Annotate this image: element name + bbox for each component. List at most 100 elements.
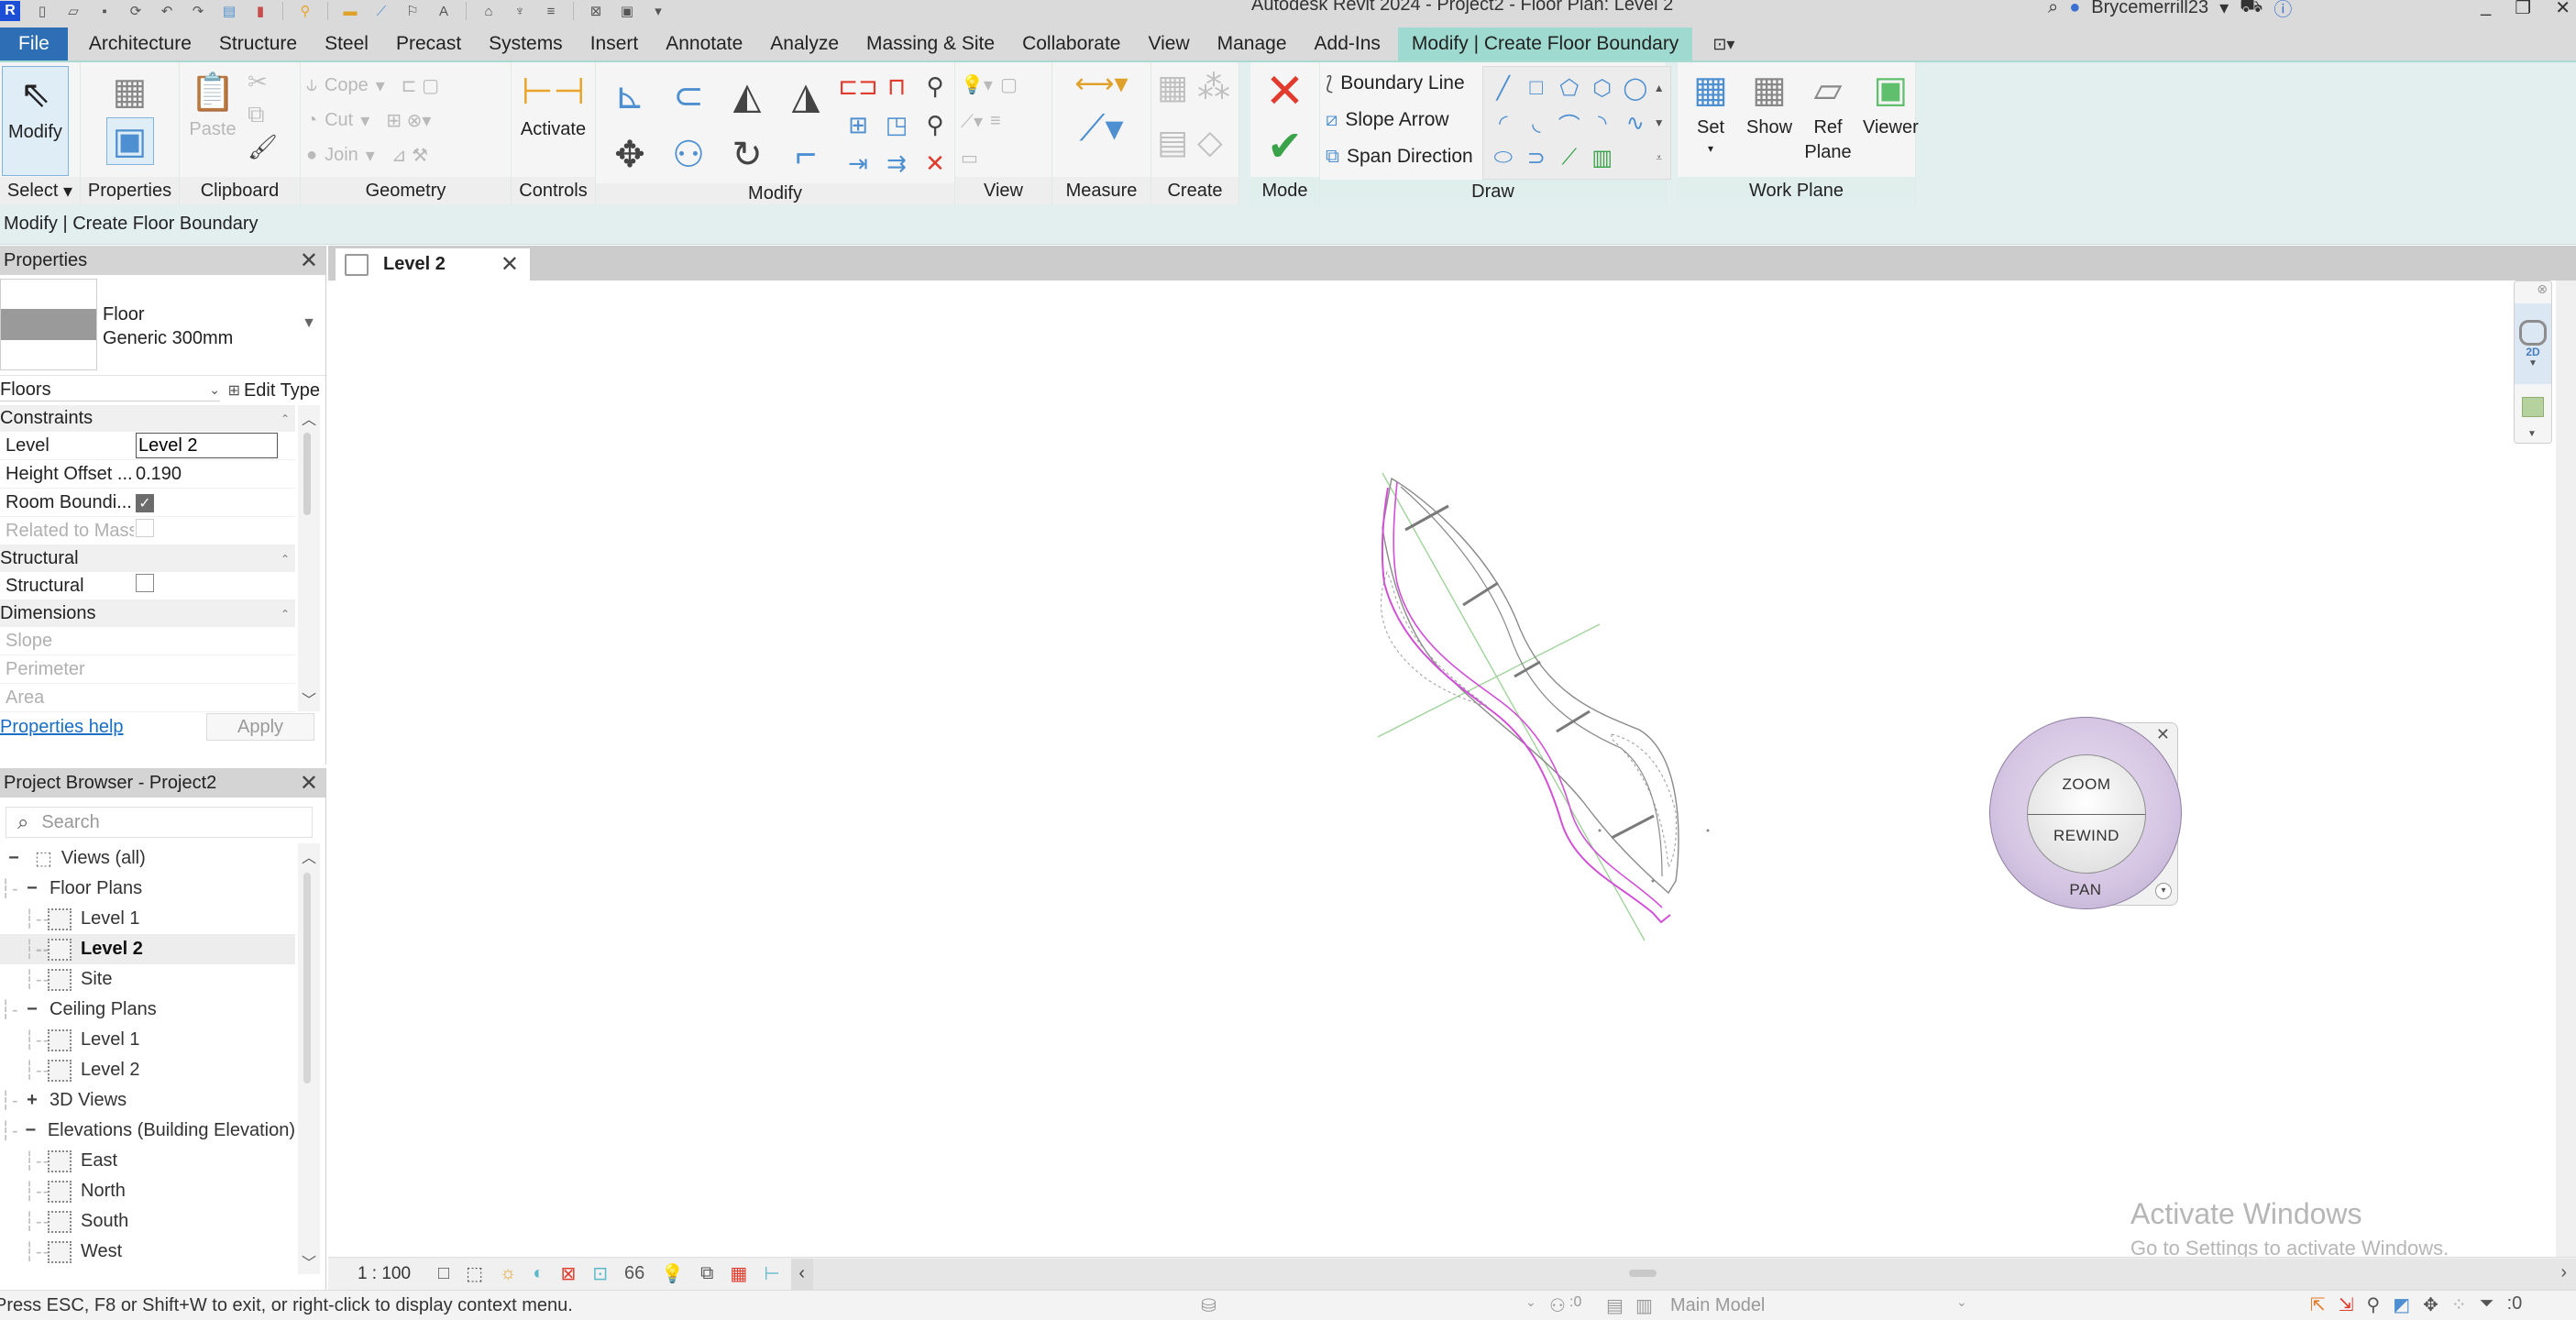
switch-windows-icon[interactable]: ▣ bbox=[618, 3, 636, 19]
instance-filter-dropdown[interactable]: Floors ⌄ bbox=[0, 380, 220, 402]
override-icon[interactable]: ▢ bbox=[1000, 73, 1018, 96]
viewer-button[interactable]: ▣ Viewer bbox=[1859, 66, 1922, 138]
split-with-gap-icon[interactable]: ⊓ bbox=[887, 72, 906, 101]
scroll-thumb[interactable] bbox=[303, 873, 311, 1084]
temporary-view-properties-icon[interactable]: ⧉ bbox=[700, 1263, 713, 1284]
create-parts-icon[interactable]: ▤ bbox=[1157, 123, 1194, 161]
chevron-down-icon[interactable]: ▾ bbox=[2219, 0, 2229, 19]
inscribed-polygon-icon[interactable]: ⬠ bbox=[1559, 75, 1579, 102]
measure-icon[interactable]: ▬ bbox=[341, 3, 359, 19]
browser-tree-item[interactable]: ┆‐ − Elevations (Building Elevation) bbox=[0, 1116, 295, 1146]
create-assembly-icon[interactable]: ▦ bbox=[1157, 68, 1194, 106]
crop-region-icon[interactable]: ⊡ bbox=[592, 1262, 608, 1285]
3d-view-icon[interactable]: ⌂ bbox=[479, 3, 498, 19]
properties-icon[interactable]: ▣ bbox=[105, 117, 154, 165]
open-icon[interactable]: ▱ bbox=[64, 3, 83, 19]
edit-type-button[interactable]: ⊞ Edit Type bbox=[228, 380, 320, 402]
finish-edit-mode-button[interactable]: ✔ bbox=[1267, 125, 1303, 167]
crop-view-icon[interactable]: ⊠ bbox=[560, 1262, 576, 1285]
browser-tree-item[interactable]: ┆‐‐ Level 1 bbox=[0, 1025, 295, 1055]
zoom-wedge[interactable]: ZOOM bbox=[2028, 776, 2145, 794]
mirror-pick-axis-icon[interactable]: ◭ bbox=[733, 75, 762, 117]
reveal-hidden-icon[interactable]: 💡 bbox=[661, 1262, 684, 1285]
mirror-draw-axis-icon[interactable]: ◮ bbox=[792, 75, 820, 117]
user-name[interactable]: Brycemerrill23 bbox=[2091, 0, 2208, 18]
select-links-icon[interactable]: ⇱ bbox=[2310, 1293, 2326, 1316]
tab-insert[interactable]: Insert bbox=[577, 28, 653, 60]
editing-requests-icon[interactable]: ▤ bbox=[1606, 1294, 1624, 1317]
scroll-up-icon[interactable]: ︿ bbox=[298, 407, 320, 429]
split-element-icon[interactable]: ⊏⊐ bbox=[838, 72, 878, 101]
browser-tree-item[interactable]: − ⬚ Views (all) bbox=[0, 843, 295, 874]
browser-tree-item[interactable]: ┆‐‐ East bbox=[0, 1146, 295, 1176]
cancel-edit-mode-button[interactable]: ✕ bbox=[1265, 68, 1305, 116]
unpin-icon[interactable]: ⚲ bbox=[926, 72, 943, 101]
modify-button[interactable]: ⇖ Modify bbox=[2, 66, 69, 176]
visual-style-icon[interactable]: ⬚ bbox=[466, 1262, 483, 1285]
expand-icon[interactable]: + bbox=[24, 1090, 40, 1111]
join-button[interactable]: ● Join ▾ ⊿ ⚒ bbox=[306, 138, 428, 172]
browser-tree-item[interactable]: ┆‐‐ South bbox=[0, 1206, 295, 1237]
view-element-icon[interactable]: ▭ bbox=[961, 147, 978, 170]
pick-walls-icon[interactable]: ▥ bbox=[1591, 145, 1613, 171]
tab-annotate[interactable]: Annotate bbox=[652, 28, 756, 60]
filter-icon[interactable]: ⏷ bbox=[2480, 1293, 2494, 1316]
measure-between-icon[interactable]: ⟷▾ bbox=[1074, 68, 1128, 100]
rewind-wedge[interactable]: REWIND bbox=[2028, 827, 2145, 845]
tag-icon[interactable]: ⚐ bbox=[403, 3, 422, 19]
type-properties-icon[interactable]: ▦ bbox=[106, 68, 154, 116]
scroll-thumb[interactable] bbox=[1628, 1269, 1657, 1277]
design-options-icon[interactable]: ⚇ bbox=[1549, 1294, 1566, 1317]
tab-systems[interactable]: Systems bbox=[475, 28, 577, 60]
scroll-right-icon[interactable]: › bbox=[2560, 1262, 2567, 1283]
scroll-down-icon[interactable]: ﹀ bbox=[298, 688, 320, 710]
worksharing-icon[interactable]: ⛁ bbox=[1201, 1294, 1216, 1317]
browser-tree-item[interactable]: ┆‐ − Ceiling Plans bbox=[0, 995, 295, 1025]
trim-single-icon[interactable]: ⇥ bbox=[848, 149, 868, 178]
ref-plane-button[interactable]: ▱ Ref Plane bbox=[1800, 66, 1855, 163]
browser-tree-item[interactable]: ┆‐‐ Level 2 bbox=[0, 934, 295, 964]
select-underlay-icon[interactable]: ⇲ bbox=[2339, 1293, 2354, 1316]
active-model-select[interactable]: Main Model bbox=[1670, 1295, 1765, 1316]
canvas-horizontal-scrollbar[interactable]: › bbox=[812, 1258, 2576, 1290]
cart-icon[interactable]: ⛟ bbox=[2240, 0, 2262, 19]
partial-ellipse-icon[interactable]: ⊃ bbox=[1527, 145, 1546, 171]
close-icon[interactable]: ✕ bbox=[2156, 725, 2170, 744]
constraints-icon[interactable]: ⊢ bbox=[764, 1262, 779, 1285]
text-icon[interactable]: A bbox=[435, 3, 453, 19]
scroll-down-icon[interactable]: ﹀ bbox=[298, 1250, 320, 1272]
collapse-icon[interactable]: − bbox=[24, 878, 40, 899]
move-icon[interactable]: ✥ bbox=[614, 134, 645, 176]
browser-tree-item[interactable]: ┆‐ +3D Views bbox=[0, 1085, 295, 1116]
temporary-hide-icon[interactable]: 66 bbox=[624, 1263, 644, 1284]
show-work-plane-button[interactable]: ▦ Show bbox=[1742, 66, 1797, 138]
cut-geometry-button[interactable]: ◔ Cut ▾ ⊞ ⊗▾ bbox=[306, 103, 431, 138]
shadows-icon[interactable]: ◐ bbox=[533, 1263, 544, 1284]
tab-steel[interactable]: Steel bbox=[311, 28, 382, 60]
linework-icon[interactable]: ⟋▾ bbox=[961, 110, 983, 133]
center-end-arc-icon[interactable]: ◟ bbox=[1532, 110, 1540, 137]
tab-analyze[interactable]: Analyze bbox=[756, 28, 853, 60]
analytical-model-icon[interactable]: ▦ bbox=[730, 1262, 747, 1285]
scroll-thumb[interactable] bbox=[303, 433, 311, 515]
demolish-icon[interactable]: ≡ bbox=[990, 111, 1001, 132]
ribbon-display-options-icon[interactable]: ⊡▾ bbox=[1692, 28, 1755, 60]
tab-add-ins[interactable]: Add-Ins bbox=[1301, 28, 1394, 60]
browser-tree-item[interactable]: ┆‐‐ North bbox=[0, 1176, 295, 1206]
hide-icon[interactable]: 💡▾ bbox=[961, 73, 993, 96]
rotate-icon[interactable]: ↻ bbox=[732, 134, 763, 176]
gallery-scroll-up[interactable]: ▲ bbox=[1654, 82, 1665, 94]
set-work-plane-button[interactable]: ▦ Set ▾ bbox=[1683, 66, 1738, 155]
pin-icon[interactable]: ⚲ bbox=[296, 3, 314, 19]
circle-icon[interactable]: ◯ bbox=[1623, 75, 1647, 102]
pan-wedge[interactable]: PAN bbox=[1990, 881, 2181, 899]
paste-button[interactable]: 📋 Paste bbox=[185, 68, 240, 140]
home-icon[interactable]: ▯ bbox=[33, 3, 51, 19]
collapse-view-controls[interactable]: ‹ bbox=[790, 1258, 813, 1290]
dimension-icon[interactable]: ⟋ bbox=[372, 3, 391, 19]
help-icon[interactable]: ⓘ bbox=[2273, 0, 2292, 21]
property-value[interactable]: 0.190 bbox=[134, 464, 277, 485]
activate-button[interactable]: ⊢⊣ Activate bbox=[517, 68, 589, 140]
span-direction-button[interactable]: ⧉ Span Direction bbox=[1326, 139, 1473, 174]
undo-icon[interactable]: ↶ bbox=[158, 3, 176, 19]
